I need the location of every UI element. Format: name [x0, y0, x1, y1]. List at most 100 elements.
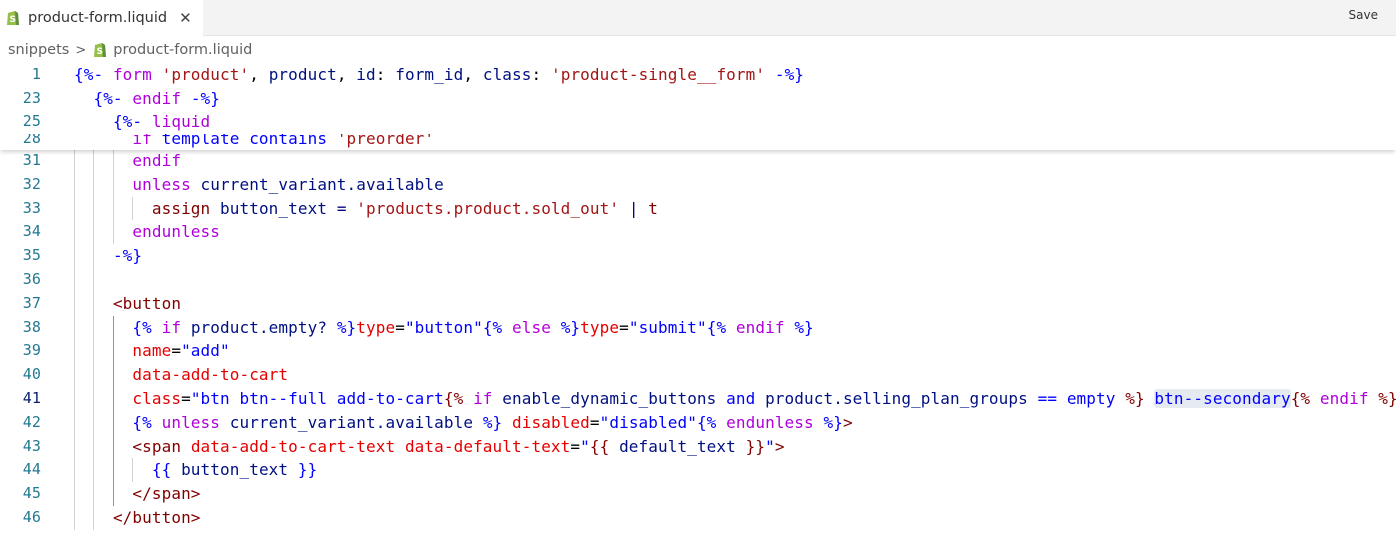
code-token: {% [1290, 389, 1311, 408]
code-line[interactable]: 31 endif [0, 149, 1396, 173]
indent-guide [74, 196, 75, 221]
code-token: liquid [151, 112, 211, 131]
code-line[interactable]: 43 <span data-add-to-cart-text data-defa… [0, 434, 1396, 459]
code-token: name [132, 341, 172, 361]
code-token: data-add-to-cart [132, 365, 289, 385]
code-line[interactable]: 33 assign button_text = 'products.produc… [0, 196, 1396, 221]
code-token: {% [132, 317, 152, 337]
line-text: class="btn btn--full add-to-cart{% if en… [74, 387, 1396, 411]
code-token: {{ [589, 436, 610, 456]
indent-guide [93, 291, 95, 316]
line-number: 36 [22, 270, 41, 288]
code-token: current_variant.available [200, 174, 444, 194]
code-line[interactable]: 39 name="add" [0, 339, 1396, 364]
code-line[interactable]: 32 unless current_variant.available [0, 172, 1396, 197]
shopify-icon: S [93, 42, 107, 58]
save-button[interactable]: Save [1349, 8, 1378, 22]
code-token: %} [1378, 389, 1396, 408]
code-line[interactable]: 37 <button [0, 291, 1396, 316]
line-number: 46 [22, 508, 41, 526]
indent-guide [93, 315, 95, 340]
indent-guide [93, 339, 95, 364]
indent-guide [112, 458, 114, 483]
line-number: 32 [22, 174, 41, 193]
tab-product-form[interactable]: S product-form.liquid ✕ [0, 0, 203, 36]
code-token: %} [1125, 389, 1145, 408]
code-line[interactable]: 44 {{ button_text }} [0, 458, 1396, 483]
breadcrumb-folder[interactable]: snippets [8, 42, 69, 58]
code-line[interactable]: 38 {% if product.empty? %}type="button"{… [0, 315, 1396, 340]
sticky-scroll-header[interactable]: 1 {%- form 'product', product, id: form_i… [0, 63, 1396, 150]
code-token: 'product' [161, 65, 250, 84]
line-number: 33 [22, 198, 41, 217]
code-line[interactable]: 25 {%- liquid [0, 110, 1396, 134]
indent-guide [112, 220, 114, 245]
code-token: "button" [404, 317, 483, 337]
line-number: 39 [22, 341, 41, 360]
code-token: {%- [74, 65, 104, 84]
indent-guide [112, 339, 114, 364]
code-line[interactable]: 23 {%- endif -%} [0, 86, 1396, 110]
code-line[interactable]: 45 </span> [0, 482, 1396, 506]
indent-guide [93, 458, 95, 483]
code-token: product.empty? [190, 317, 328, 337]
indent-guide [112, 149, 114, 173]
code-line[interactable]: 34 endunless [0, 220, 1396, 245]
code-token: 'products.product.sold_out' [356, 198, 620, 218]
code-line[interactable]: 35 -%} [0, 244, 1396, 268]
code-token: class [132, 389, 182, 408]
code-token: "add" [181, 341, 230, 361]
code-token: , [249, 65, 269, 84]
indent-guide [74, 458, 75, 483]
code-token: : [531, 65, 551, 84]
line-number: 44 [22, 460, 41, 479]
code-token: = [589, 412, 600, 432]
line-text: endunless [74, 220, 220, 244]
code-line[interactable]: 41 class="btn btn--full add-to-cart{% if… [0, 387, 1396, 411]
code-token: "btn btn--full add-to-cart [190, 389, 444, 408]
indent-guide [93, 506, 95, 530]
line-text: <span data-add-to-cart-text data-default… [74, 435, 785, 459]
code-token: -%} [112, 246, 143, 266]
code-line[interactable]: 1 {%- form 'product', product, id: form_i… [0, 63, 1396, 87]
line-text: -%} [74, 244, 142, 268]
code-token: if [161, 317, 182, 337]
code-line[interactable]: 46 </button> [0, 506, 1396, 530]
shopify-icon: S [6, 10, 20, 26]
code-line[interactable]: 40 data-add-to-cart [0, 363, 1396, 387]
line-number: 40 [22, 365, 41, 384]
close-icon[interactable]: ✕ [179, 9, 192, 27]
code-token: %} [482, 412, 503, 432]
code-line[interactable]: 42 {% unless current_variant.available %… [0, 410, 1396, 435]
indent-guide [93, 172, 95, 197]
code-token: class [482, 65, 532, 84]
breadcrumb-file[interactable]: product-form.liquid [113, 42, 252, 58]
code-token: %} [560, 317, 581, 337]
code-line[interactable]: 36 [0, 268, 1396, 292]
code-token: 'product-single__form' [550, 65, 766, 84]
indent-guide [93, 196, 95, 221]
indent-guide [93, 268, 95, 292]
code-token: %} [823, 412, 843, 432]
line-number: 23 [22, 88, 41, 107]
indent-guide [112, 315, 114, 340]
code-token: endif [1319, 389, 1369, 408]
line-number: 45 [22, 484, 41, 503]
line-number: 41 [22, 389, 41, 407]
